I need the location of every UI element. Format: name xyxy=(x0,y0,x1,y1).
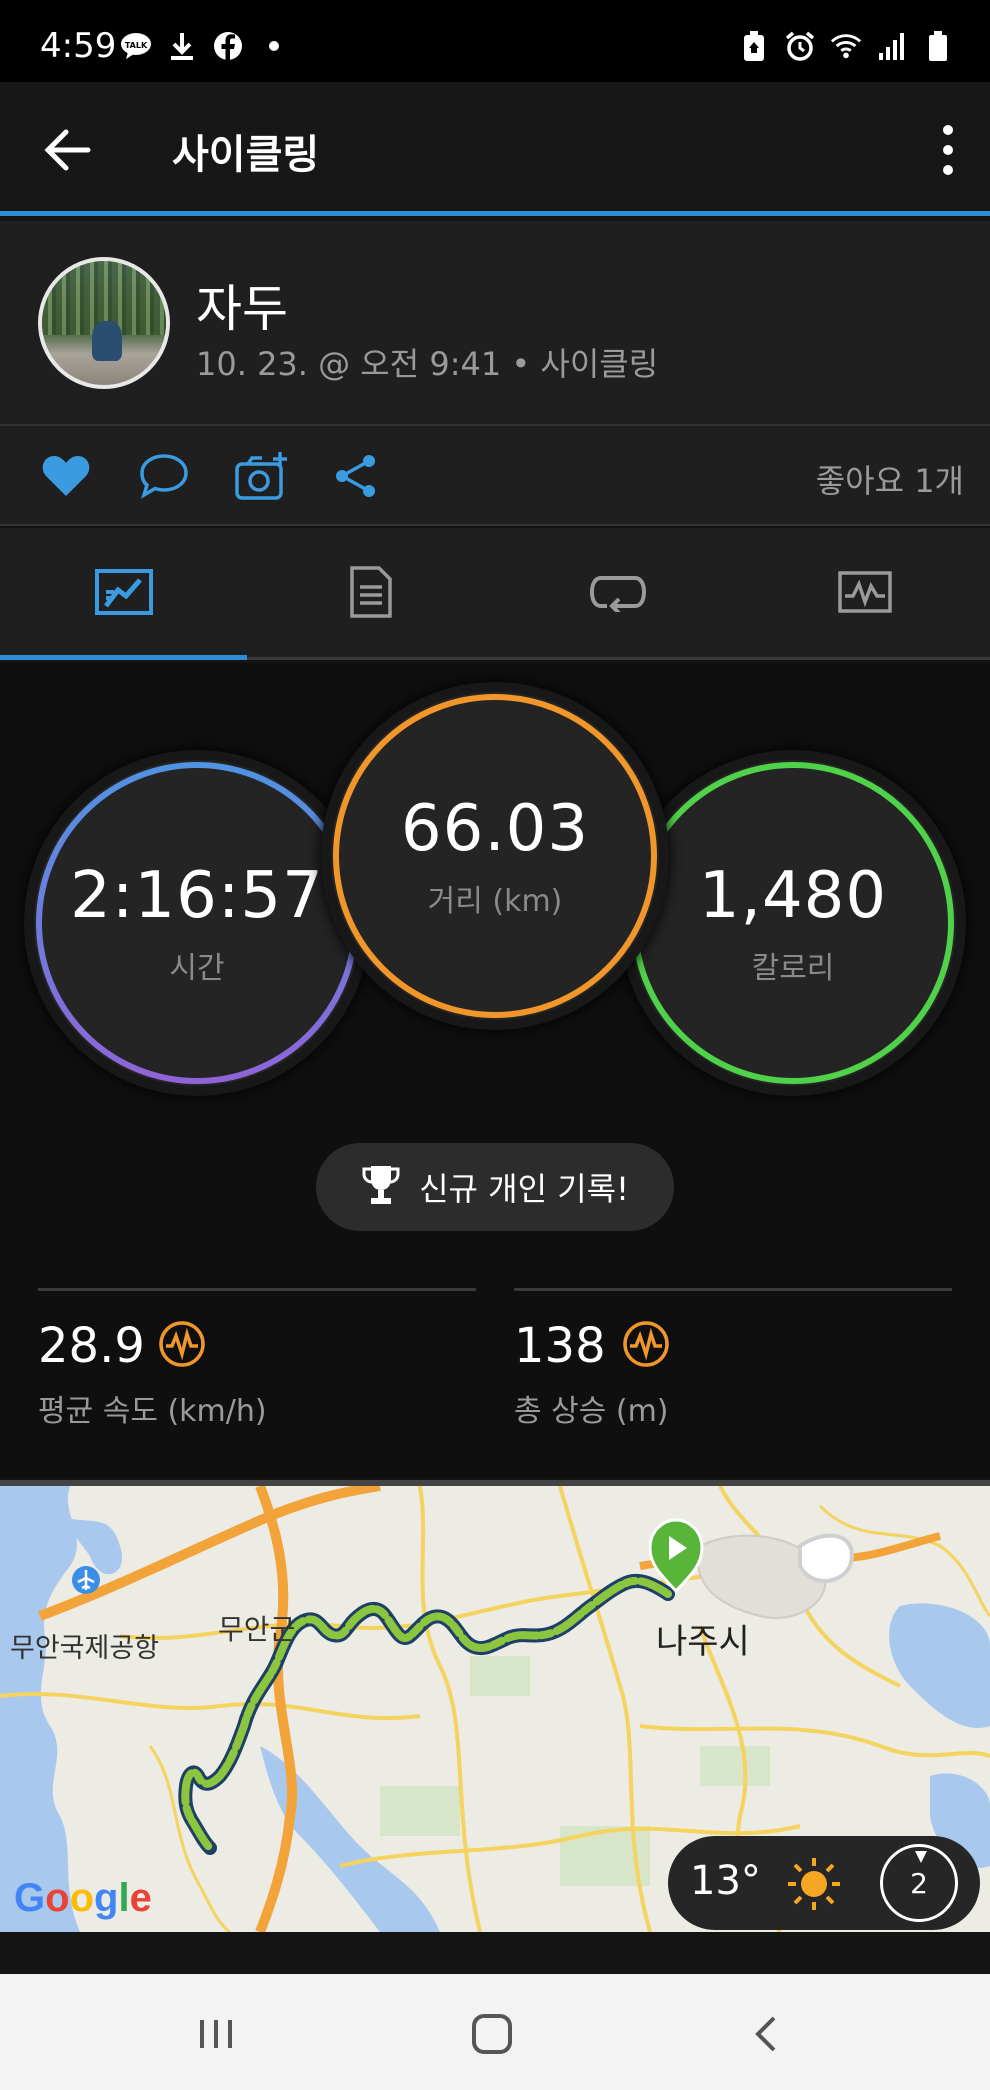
likes-count[interactable]: 좋아요 1개 xyxy=(816,456,964,502)
action-row: 좋아요 1개 xyxy=(0,426,990,526)
back-nav-icon[interactable] xyxy=(746,2012,790,2056)
like-heart-icon[interactable] xyxy=(40,450,92,502)
download-icon xyxy=(166,30,198,62)
activity-tabs xyxy=(0,528,990,660)
recent-apps-icon[interactable] xyxy=(194,2012,238,2056)
personal-record-label: 신규 개인 기록! xyxy=(419,1170,629,1208)
divider xyxy=(38,1288,476,1291)
pulse-badge-icon[interactable] xyxy=(158,1320,206,1368)
weather-temp: 13° xyxy=(690,1858,761,1904)
activity-date: 10. 23. @ 오전 9:41 • 사이클링 xyxy=(196,345,659,383)
add-photo-icon[interactable] xyxy=(234,450,287,502)
wind-icon: 2 xyxy=(880,1844,958,1922)
activity-header: 자두 10. 23. @ 오전 9:41 • 사이클링 xyxy=(0,221,990,426)
personal-record-button[interactable]: 신규 개인 기록! xyxy=(316,1143,674,1231)
avg-speed-label: 평균 속도 (km/h) xyxy=(38,1394,267,1429)
svg-text:TALK: TALK xyxy=(125,41,148,50)
app-bar: 사이클링 xyxy=(0,82,990,216)
system-nav-bar xyxy=(0,1974,990,2090)
battery-icon xyxy=(922,30,954,62)
map-footer xyxy=(0,1932,990,1974)
google-logo: Google xyxy=(14,1876,152,1920)
document-icon xyxy=(349,565,393,623)
back-arrow-icon[interactable] xyxy=(40,122,96,178)
tab-laps[interactable] xyxy=(494,528,741,660)
pulse-badge-icon[interactable] xyxy=(622,1320,670,1368)
time-circle: 2:16:57 시간 xyxy=(34,760,360,1086)
alarm-icon xyxy=(784,30,816,62)
laps-icon xyxy=(589,572,647,616)
tab-charts[interactable] xyxy=(741,528,988,660)
tab-overview[interactable] xyxy=(0,528,247,660)
user-name[interactable]: 자두 xyxy=(196,269,288,341)
facebook-icon xyxy=(212,30,244,62)
tab-details[interactable] xyxy=(247,528,494,660)
map-label-airport: 무안국제공항 xyxy=(10,1633,160,1664)
calories-circle: 1,480 칼로리 xyxy=(630,760,956,1086)
sun-icon xyxy=(786,1856,842,1916)
more-options-icon[interactable] xyxy=(928,120,968,180)
share-icon[interactable] xyxy=(330,450,382,502)
route-map[interactable]: 무안국제공항 무안군 나주시 Google 13° 2 xyxy=(0,1480,990,1932)
dot-icon xyxy=(258,30,290,62)
total-ascent-label: 총 상승 (m) xyxy=(514,1394,669,1429)
page-title: 사이클링 xyxy=(172,132,320,178)
weather-badge[interactable]: 13° 2 xyxy=(668,1836,980,1930)
divider xyxy=(514,1288,952,1291)
wifi-icon xyxy=(830,30,862,62)
map-label-county: 무안군 xyxy=(218,1613,296,1646)
avatar[interactable] xyxy=(38,257,170,389)
status-bar: 4:59 TALK xyxy=(0,0,990,82)
talk-icon: TALK xyxy=(120,30,152,62)
total-ascent-value: 138 xyxy=(514,1318,606,1374)
signal-icon xyxy=(876,30,908,62)
map-label-city: 나주시 xyxy=(656,1622,750,1662)
trophy-icon xyxy=(361,1163,401,1211)
avg-speed-value: 28.9 xyxy=(38,1318,145,1374)
stats-chart-icon xyxy=(94,568,154,620)
distance-circle: 66.03 거리 (km) xyxy=(331,692,659,1020)
status-time: 4:59 xyxy=(40,26,117,66)
graph-icon xyxy=(837,570,893,618)
tab-indicator xyxy=(0,655,247,660)
home-icon[interactable] xyxy=(470,2012,514,2056)
wind-speed: 2 xyxy=(910,1867,928,1900)
comment-icon[interactable] xyxy=(138,450,190,502)
battery-saver-icon xyxy=(738,30,770,62)
